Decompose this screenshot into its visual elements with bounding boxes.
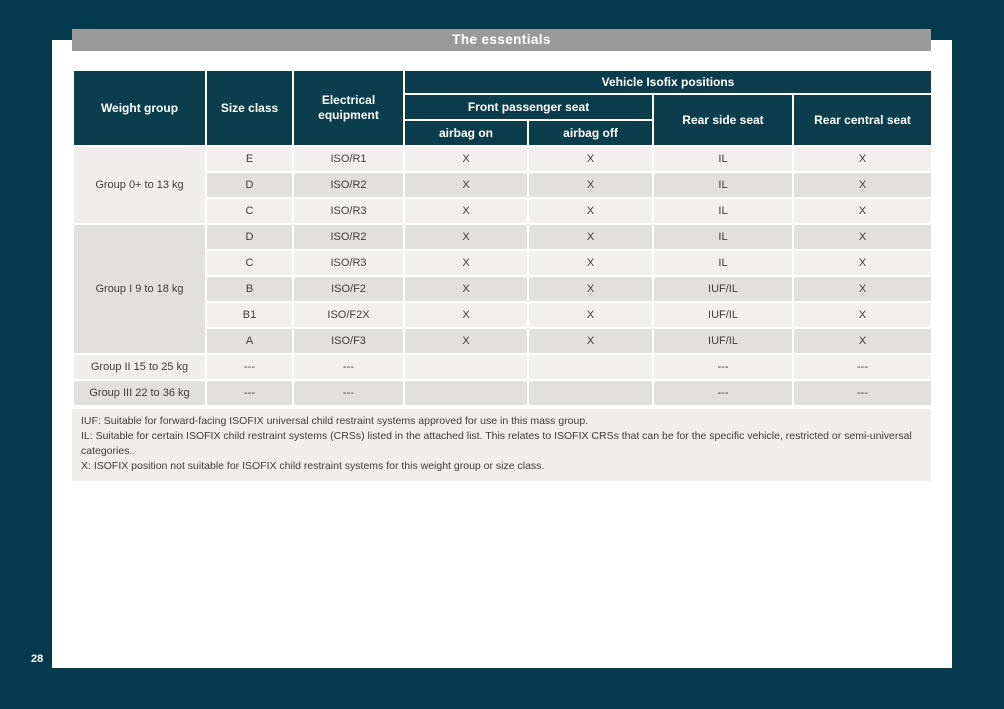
cell-electrical-equipment: ISO/R1 [293,146,404,172]
cell-electrical-equipment: --- [293,354,404,380]
table-row: Group I 9 to 18 kg D ISO/R2 X X IL X [73,224,932,250]
header-front-passenger-seat: Front passenger seat [404,94,653,120]
cell-rear-central-seat: X [793,302,932,328]
header-rear-side-seat: Rear side seat [653,94,793,146]
cell-airbag-off: X [528,250,653,276]
cell-size-class: E [206,146,293,172]
cell-rear-central-seat: X [793,276,932,302]
cell-airbag-off: X [528,198,653,224]
cell-weight-group: Group I 9 to 18 kg [73,224,206,354]
table-row: Group III 22 to 36 kg --- --- --- --- [73,380,932,406]
cell-rear-central-seat: X [793,198,932,224]
cell-airbag-on: X [404,250,528,276]
cell-electrical-equipment: ISO/F2X [293,302,404,328]
note-il: IL: Suitable for certain ISOFIX child re… [81,429,922,459]
cell-airbag-off: X [528,302,653,328]
manual-page-frame: The essentials Weight group Size class E… [0,0,1004,709]
header-electrical-equipment: Electrical equipment [293,70,404,146]
header-rear-central-seat: Rear central seat [793,94,932,146]
header-airbag-off: airbag off [528,120,653,146]
page-content: Weight group Size class Electrical equip… [72,69,931,481]
cell-rear-side-seat: IL [653,172,793,198]
cell-airbag-on: X [404,198,528,224]
cell-rear-central-seat: --- [793,380,932,406]
cell-rear-side-seat: IL [653,198,793,224]
table-row: Group 0+ to 13 kg E ISO/R1 X X IL X [73,146,932,172]
cell-airbag-on: X [404,172,528,198]
cell-airbag-off: X [528,172,653,198]
cell-electrical-equipment: ISO/R3 [293,250,404,276]
header-airbag-on: airbag on [404,120,528,146]
cell-size-class: D [206,172,293,198]
cell-airbag-off: X [528,328,653,354]
section-title-bar: The essentials [72,29,931,51]
table-header-row: Weight group Size class Electrical equip… [73,70,932,94]
cell-weight-group: Group III 22 to 36 kg [73,380,206,406]
cell-rear-central-seat: X [793,328,932,354]
cell-rear-side-seat: IL [653,146,793,172]
note-iuf: IUF: Suitable for forward-facing ISOFIX … [81,414,922,429]
cell-airbag-off: X [528,224,653,250]
header-size-class: Size class [206,70,293,146]
note-x: X: ISOFIX position not suitable for ISOF… [81,459,922,474]
cell-rear-central-seat: X [793,146,932,172]
isofix-positions-table: Weight group Size class Electrical equip… [72,69,933,407]
cell-size-class: --- [206,354,293,380]
section-title: The essentials [452,32,551,47]
cell-size-class: --- [206,380,293,406]
table-legend-notes: IUF: Suitable for forward-facing ISOFIX … [72,409,931,481]
header-weight-group: Weight group [73,70,206,146]
cell-electrical-equipment: ISO/F2 [293,276,404,302]
table-row: Group II 15 to 25 kg --- --- --- --- [73,354,932,380]
page-number: 28 [31,653,43,665]
cell-electrical-equipment: --- [293,380,404,406]
cell-weight-group: Group 0+ to 13 kg [73,146,206,224]
cell-electrical-equipment: ISO/R3 [293,198,404,224]
cell-size-class: B [206,276,293,302]
cell-rear-side-seat: IL [653,250,793,276]
cell-size-class: C [206,250,293,276]
cell-airbag-on: X [404,224,528,250]
cell-weight-group: Group II 15 to 25 kg [73,354,206,380]
cell-airbag-on: X [404,328,528,354]
cell-rear-central-seat: --- [793,354,932,380]
cell-rear-side-seat: IUF/IL [653,302,793,328]
cell-electrical-equipment: ISO/R2 [293,224,404,250]
cell-rear-side-seat: --- [653,354,793,380]
cell-size-class: C [206,198,293,224]
cell-size-class: D [206,224,293,250]
cell-airbag-on [404,354,528,380]
cell-electrical-equipment: ISO/R2 [293,172,404,198]
cell-airbag-off: X [528,276,653,302]
cell-airbag-on [404,380,528,406]
cell-rear-side-seat: --- [653,380,793,406]
cell-airbag-on: X [404,302,528,328]
cell-rear-central-seat: X [793,172,932,198]
cell-airbag-off [528,380,653,406]
cell-rear-side-seat: IL [653,224,793,250]
cell-electrical-equipment: ISO/F3 [293,328,404,354]
cell-rear-central-seat: X [793,250,932,276]
cell-airbag-off [528,354,653,380]
cell-rear-side-seat: IUF/IL [653,276,793,302]
cell-airbag-on: X [404,146,528,172]
cell-size-class: A [206,328,293,354]
cell-airbag-on: X [404,276,528,302]
header-vehicle-isofix-positions: Vehicle Isofix positions [404,70,932,94]
cell-rear-central-seat: X [793,224,932,250]
cell-size-class: B1 [206,302,293,328]
cell-rear-side-seat: IUF/IL [653,328,793,354]
cell-airbag-off: X [528,146,653,172]
